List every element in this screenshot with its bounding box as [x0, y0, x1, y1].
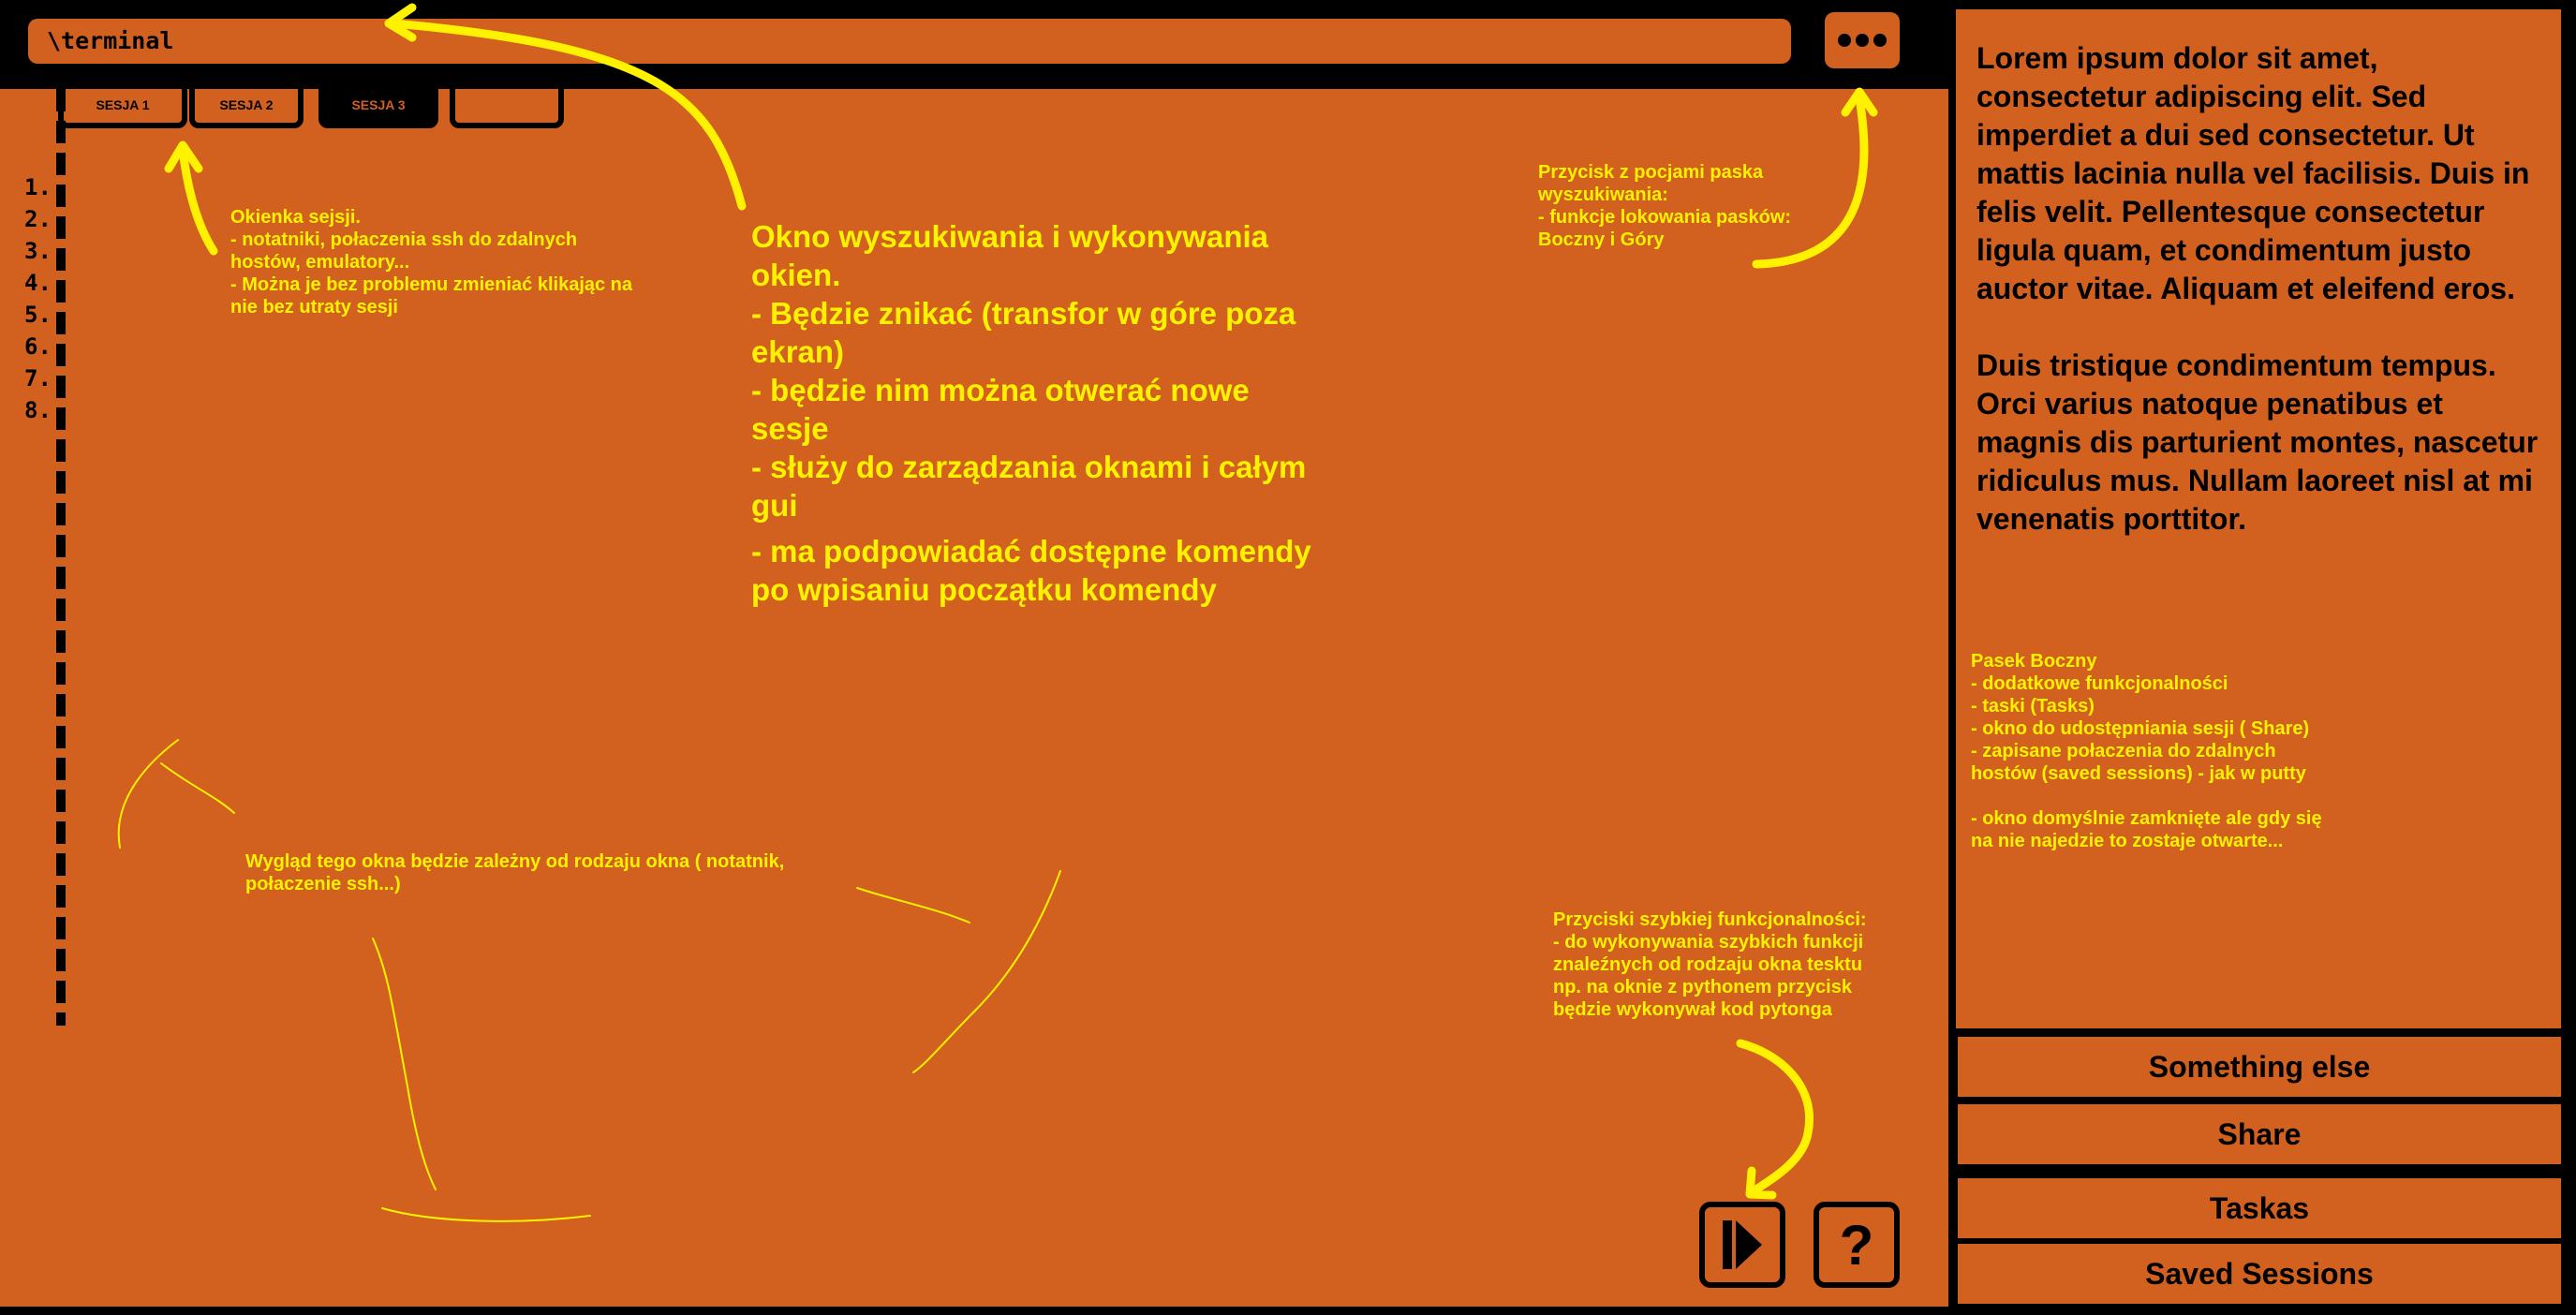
- line-number: 8.: [24, 397, 52, 423]
- note-quick-buttons: Przyciski szybkiej funkcjonalności: - do…: [1553, 909, 1867, 1020]
- line-number: 1.: [24, 174, 52, 200]
- saved-sessions-button[interactable]: Saved Sessions: [1958, 1244, 2561, 1304]
- line-gutter: [56, 89, 66, 1026]
- line-number: 7.: [24, 365, 52, 392]
- line-number: 5.: [24, 302, 52, 328]
- sidebar-paragraph: Duis tristique condimentum tempus. Orci …: [1976, 348, 2539, 536]
- note-window-look: Wygląd tego okna będzie zależny od rodza…: [245, 851, 785, 894]
- search-input[interactable]: \terminal: [28, 19, 1791, 64]
- line-number: 2.: [24, 206, 52, 232]
- tab-sesja-2[interactable]: SESJA 2: [189, 89, 303, 128]
- tab-sesja-3[interactable]: SESJA 3: [318, 89, 438, 128]
- more-icon-dot: [1838, 34, 1851, 47]
- line-number: 6.: [24, 333, 52, 360]
- note-sidebar: Pasek Boczny - dodatkowe funkcjonalności…: [1971, 651, 2322, 851]
- help-button[interactable]: ?: [1814, 1202, 1900, 1288]
- note-search-window: Okno wyszukiwania i wykonywania okien. -…: [751, 219, 1307, 523]
- share-button[interactable]: Share: [1958, 1104, 2561, 1164]
- sidebar-paragraph: Lorem ipsum dolor sit amet, consectetur …: [1976, 41, 2530, 305]
- line-number: 4.: [24, 270, 52, 296]
- run-button[interactable]: [1699, 1202, 1785, 1288]
- tab-sesja-1[interactable]: SESJA 1: [58, 89, 187, 128]
- tab-empty[interactable]: [450, 89, 564, 128]
- search-bar-options-button[interactable]: [1825, 12, 1900, 68]
- line-number: 3.: [24, 238, 52, 264]
- more-icon-dot: [1873, 34, 1887, 47]
- note-sessions: Okienka sejsji. - notatniki, połaczenia …: [230, 207, 633, 318]
- sidebar-text: Lorem ipsum dolor sit amet, consectetur …: [1976, 39, 2539, 539]
- something-else-button[interactable]: Something else: [1958, 1037, 2561, 1097]
- more-icon-dot: [1856, 34, 1869, 47]
- play-icon: [1723, 1220, 1762, 1269]
- note-search-window-extra: - ma podpowiadać dostępne komendy po wpi…: [751, 534, 1311, 607]
- tasks-button[interactable]: Taskas: [1958, 1178, 2561, 1238]
- note-options-button: Przycisk z pocjami paska wyszukiwania: -…: [1538, 162, 1792, 250]
